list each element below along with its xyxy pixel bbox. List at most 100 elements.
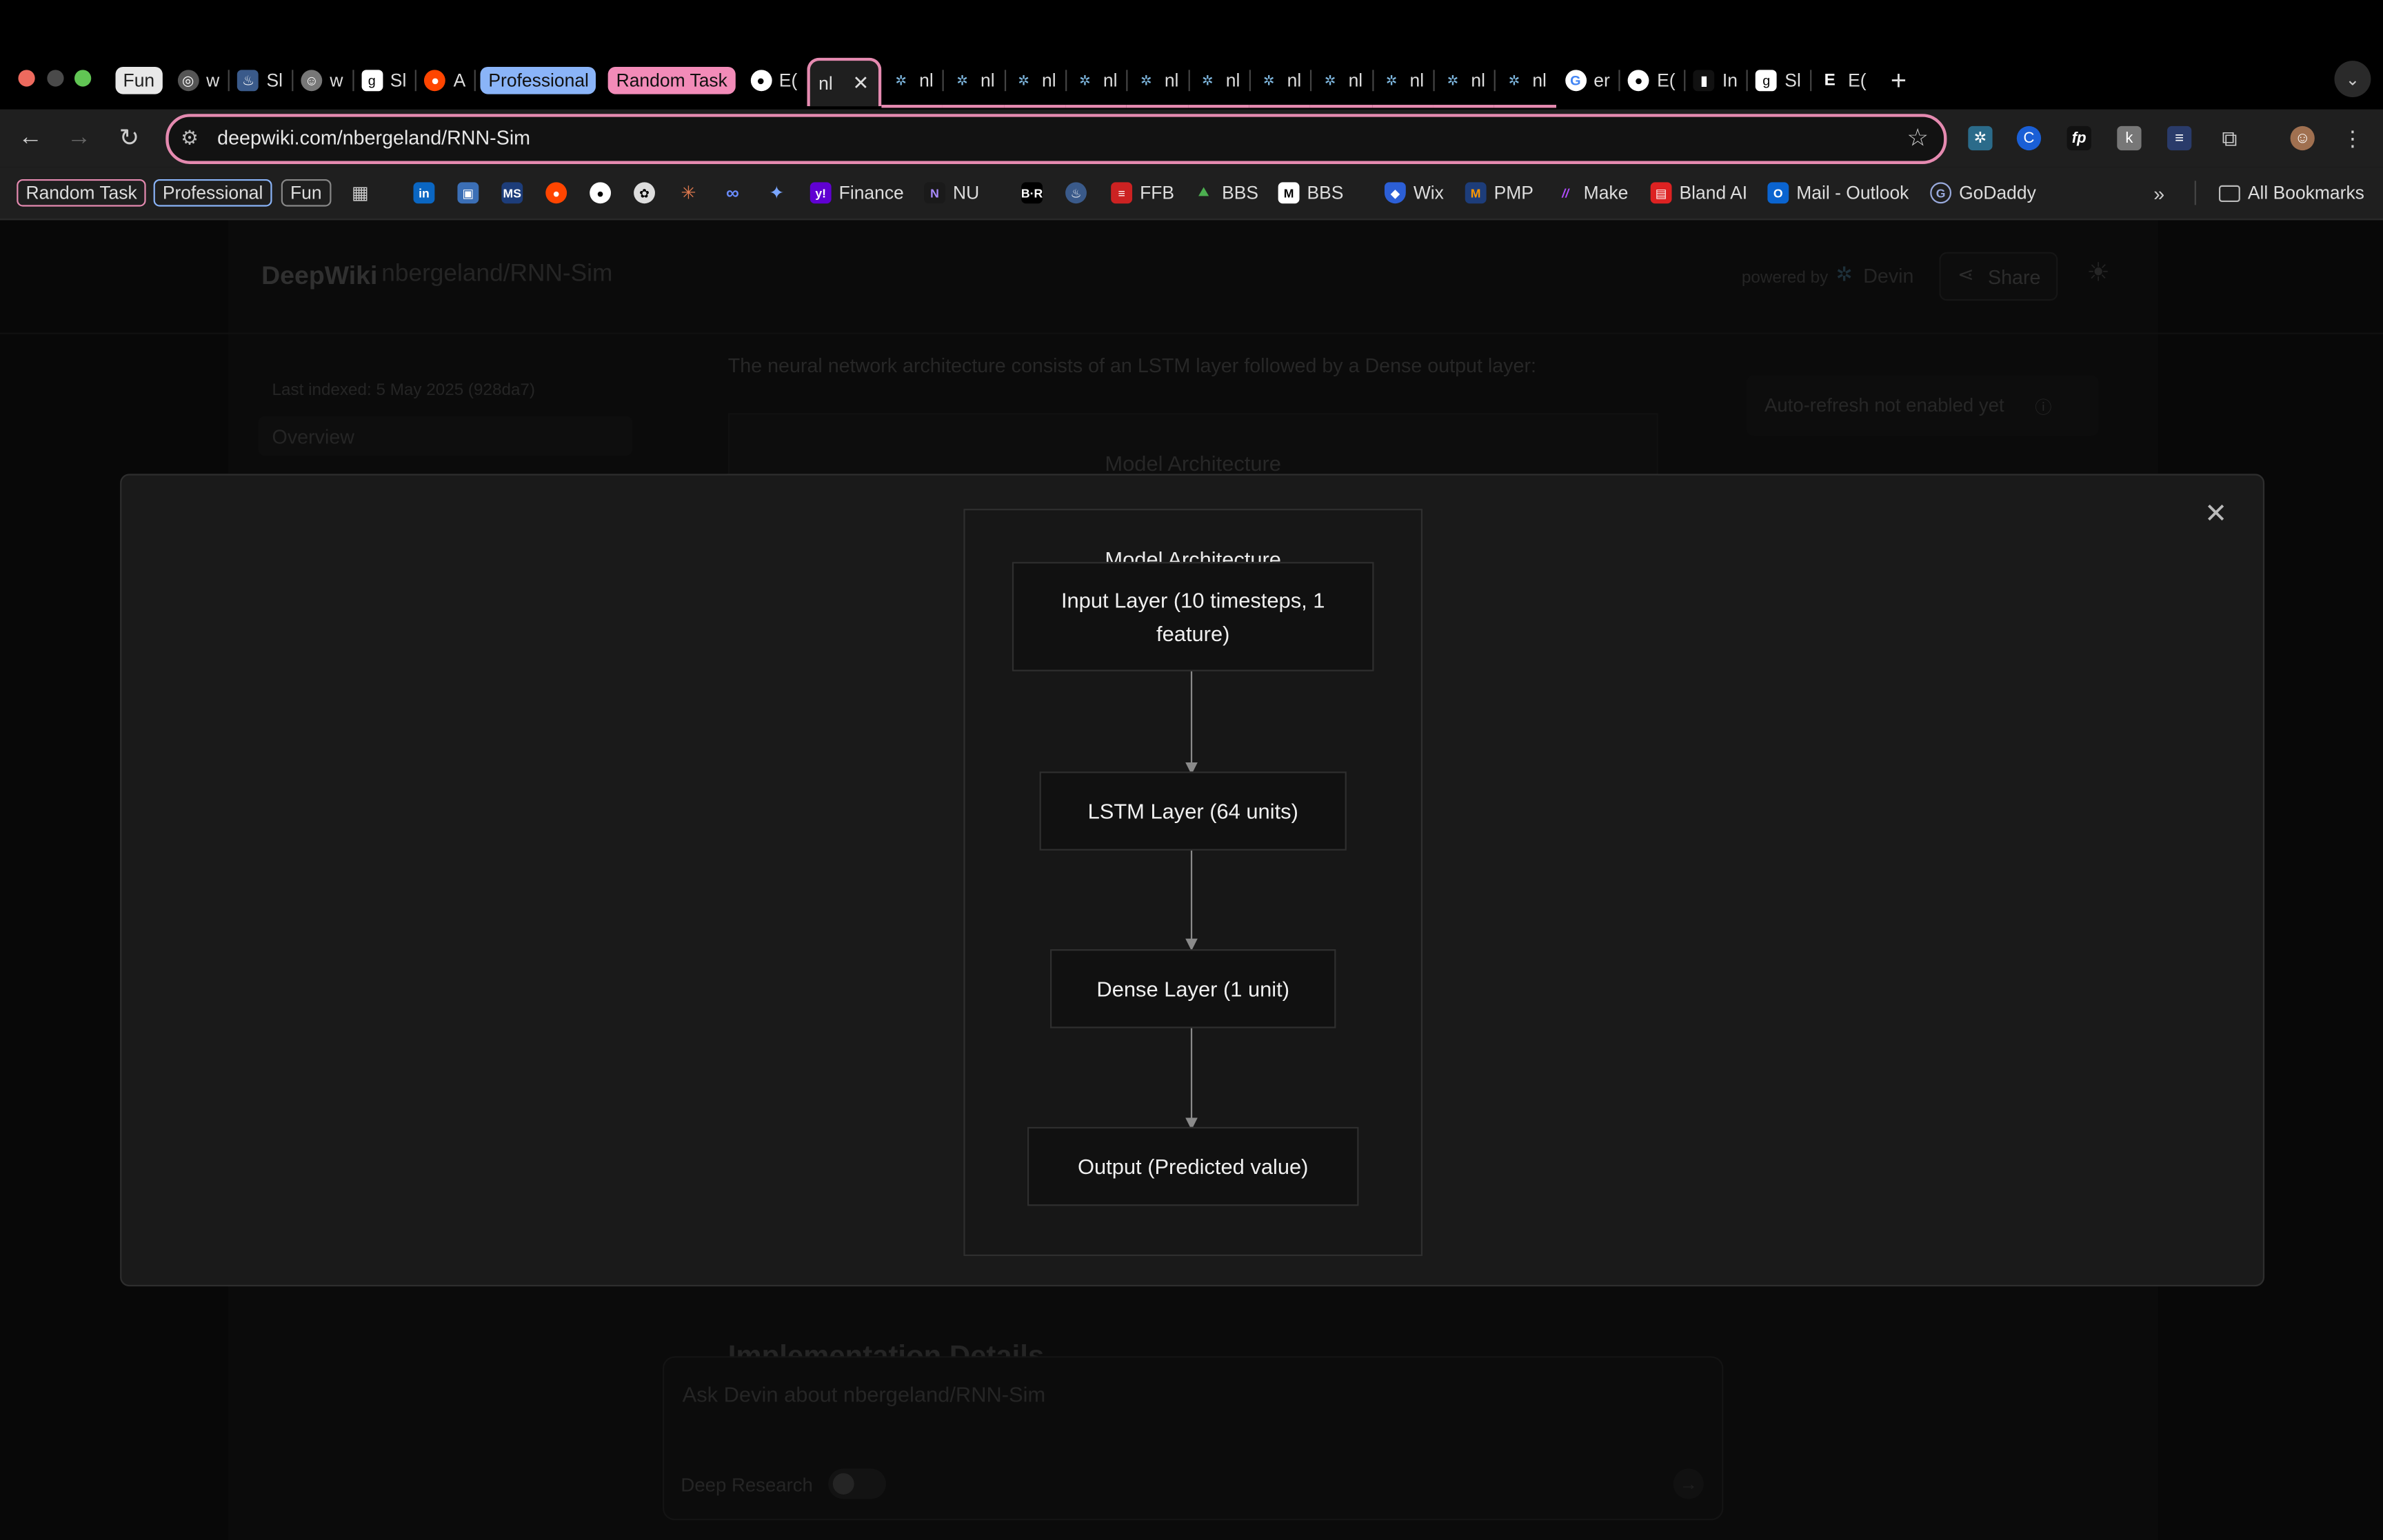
tab[interactable]: ✲ nl (1003, 59, 1067, 108)
tab[interactable]: ✲ nl (1310, 59, 1374, 108)
tab[interactable]: g Sl (1747, 59, 1812, 102)
bookmark-folder-fun[interactable]: Fun (281, 179, 331, 207)
bookmark-mail-outlook[interactable]: O Mail - Outlook (1767, 179, 1909, 207)
reddit-icon[interactable]: ● (545, 179, 567, 207)
tab-label: nl (1103, 70, 1118, 92)
bookmark-folder-professional[interactable]: Professional (153, 179, 272, 207)
site-settings-icon[interactable]: ⚙ (181, 126, 199, 150)
devin-icon: ✲ (1140, 72, 1152, 88)
notion-icon: N (924, 182, 945, 204)
model-architecture-diagram: Model Architecture Input Layer (10 times… (963, 509, 1423, 1257)
bookmark-bland-ai[interactable]: ▤ Bland AI (1650, 179, 1747, 207)
tab-active[interactable]: nl ✕ (806, 57, 882, 107)
extension-icon[interactable]: ≡ (2167, 125, 2192, 151)
forward-icon[interactable]: → (64, 123, 94, 153)
tab[interactable]: ✲ nl (1187, 59, 1251, 108)
tab[interactable]: g Sl (352, 59, 417, 102)
tab[interactable]: ● E( (741, 59, 807, 102)
tab[interactable]: ✲ nl (1249, 59, 1312, 108)
tab[interactable]: ◎ w (168, 59, 230, 102)
close-icon[interactable]: ✕ (2202, 500, 2230, 527)
avatar[interactable]: ☺ (2290, 125, 2315, 151)
close-tab-icon[interactable]: ✕ (852, 72, 869, 96)
tab-group-professional[interactable]: Professional (481, 66, 596, 94)
tab-group-fun[interactable]: Fun (115, 66, 163, 94)
bookmark-label: Wix (1413, 182, 1444, 204)
tab[interactable]: E E( (1810, 59, 1876, 102)
reload-icon[interactable]: ↻ (114, 123, 144, 153)
linkedin-icon[interactable]: in (413, 179, 435, 207)
tab[interactable]: ✲ nl (1126, 59, 1189, 108)
tab[interactable]: ✲ nl (942, 59, 1006, 108)
tab[interactable]: ♨ Sl (228, 59, 294, 102)
app-icon: ♨ (237, 70, 259, 92)
tab[interactable]: ✲ nl (1065, 59, 1128, 108)
bookmark-bbs[interactable]: ⛰ BBS (1193, 179, 1258, 207)
all-bookmarks[interactable]: All Bookmarks (2218, 179, 2364, 207)
back-icon[interactable]: ← (15, 123, 46, 153)
tab[interactable]: ✲ nl (1433, 59, 1496, 108)
tab-label: E( (778, 70, 798, 92)
bookmark-nu[interactable]: N NU (924, 179, 979, 207)
apps-grid-icon[interactable]: ▦ (350, 179, 371, 207)
tab-group-random-task[interactable]: Random Task (608, 66, 735, 94)
extension-icon[interactable]: C (2016, 125, 2042, 151)
bookmark-bbs-2[interactable]: M BBS (1278, 179, 1343, 207)
bookmark-ffb[interactable]: ≡ FFB (1111, 179, 1174, 207)
tab[interactable]: ☺ w (292, 59, 354, 102)
new-tab-icon[interactable]: + (1891, 65, 1907, 97)
reddit-icon: ● (424, 70, 446, 92)
bookmark-label: PMP (1494, 182, 1534, 204)
node-dense-layer: Dense Layer (1 unit) (1050, 949, 1336, 1029)
bookmark-icon[interactable]: ∞ (722, 179, 743, 207)
openai-icon[interactable]: ✿ (634, 179, 655, 207)
node-label: Dense Layer (1 unit) (1096, 976, 1290, 1001)
address-bar[interactable]: ⚙ deepwiki.com/nbergeland/RNN-Sim ☆ (165, 114, 1947, 164)
bookmark-folder-random-task[interactable]: Random Task (17, 179, 146, 207)
more-bookmarks-chevron-icon[interactable]: » (2153, 179, 2164, 207)
maximize-window-button[interactable] (74, 70, 92, 87)
close-window-button[interactable] (18, 70, 35, 87)
extension-icon[interactable]: fp (2067, 125, 2091, 151)
doc-icon: g (361, 70, 383, 92)
claude-icon[interactable]: ✳ (678, 179, 699, 207)
tab[interactable]: Ger (1556, 59, 1621, 102)
bookmark-star-icon[interactable]: ☆ (1907, 123, 1929, 153)
extension-icon[interactable]: ✲ (1968, 125, 1993, 151)
devin-icon: ✲ (1018, 72, 1029, 88)
bookmark-icon[interactable]: B·R (1021, 179, 1043, 207)
bookmark-pmp[interactable]: M PMP (1465, 179, 1534, 207)
tab[interactable]: ✲ nl (1494, 59, 1556, 108)
puzzle-extensions-icon[interactable]: ⧉ (2218, 125, 2242, 150)
tab-label: Sl (390, 70, 407, 92)
node-label: LSTM Layer (64 units) (1087, 798, 1298, 824)
bookmark-wix[interactable]: ◆ Wix (1384, 179, 1444, 207)
bookmark-finance[interactable]: y! Finance (810, 179, 904, 207)
tab[interactable]: ✲ nl (1371, 59, 1435, 108)
bookmark-icon[interactable]: ♨ (1065, 179, 1087, 207)
github-icon[interactable]: ● (590, 179, 612, 207)
tab-label: nl (981, 70, 995, 92)
menu-kebab-icon[interactable]: ⋮ (2340, 125, 2364, 150)
devin-icon: ✲ (1201, 72, 1214, 88)
tab[interactable]: ✲ nl (881, 59, 945, 108)
minimize-window-button[interactable] (47, 70, 64, 87)
bookmark-icon[interactable]: ▣ (457, 179, 479, 207)
yahoo-icon: y! (810, 182, 832, 204)
bookmark-make[interactable]: // Make (1555, 179, 1628, 207)
tab[interactable]: ● A (416, 59, 476, 102)
tab[interactable]: ▮ In (1685, 59, 1749, 102)
extension-icon[interactable]: k (2117, 125, 2142, 151)
tab[interactable]: ● E( (1619, 59, 1687, 102)
bookmark-godaddy[interactable]: G GoDaddy (1930, 179, 2036, 207)
tab-list: Fun ◎ w ♨ Sl ☺ w g Sl ● A Professional Random… (110, 57, 1907, 108)
tab-label: nl (1409, 70, 1425, 92)
divider (2194, 181, 2196, 205)
tab-label: nl (818, 72, 833, 94)
tab-search-icon[interactable]: ⌄ (2334, 61, 2371, 98)
gemini-icon[interactable]: ✦ (766, 179, 787, 207)
ms-icon[interactable]: MS (501, 179, 523, 207)
url-text[interactable]: deepwiki.com/nbergeland/RNN-Sim (217, 126, 530, 149)
pmp-icon: M (1465, 182, 1487, 204)
tab-label: nl (1164, 70, 1179, 92)
